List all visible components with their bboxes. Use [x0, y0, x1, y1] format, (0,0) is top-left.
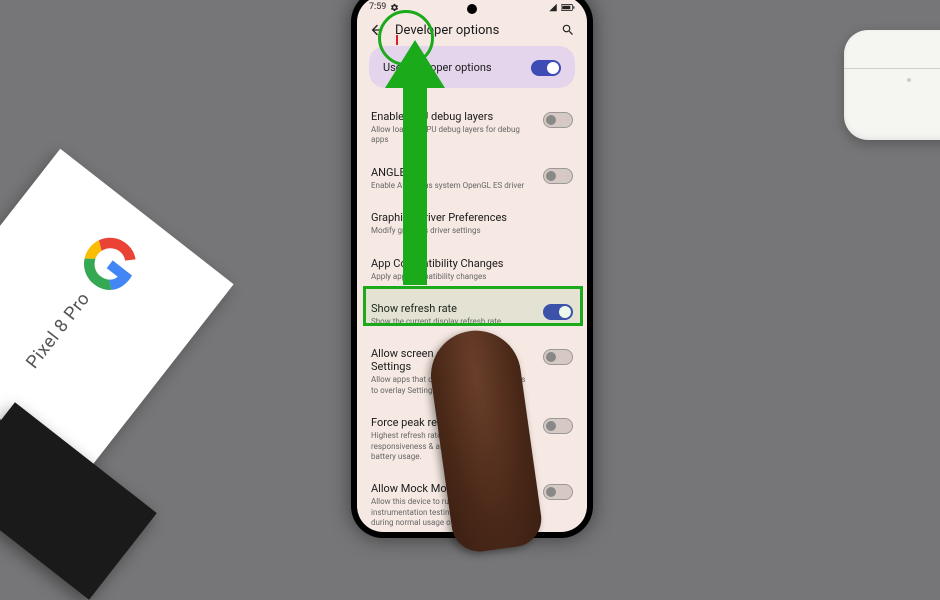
setting-toggle[interactable]	[543, 112, 573, 128]
search-icon[interactable]	[561, 23, 575, 37]
settings-status-icon	[390, 3, 399, 12]
use-developer-options-toggle[interactable]	[531, 60, 561, 76]
annotation-red-marker	[396, 35, 398, 45]
airpods-case	[844, 30, 940, 140]
setting-row[interactable]: App Compatibility Changes Apply app compa…	[369, 247, 575, 292]
camera-hole	[467, 4, 477, 14]
setting-subtitle: Modify graphics driver settings	[371, 226, 573, 236]
setting-text: App Compatibility Changes Apply app compa…	[371, 257, 573, 282]
page-title: Developer options	[395, 23, 551, 38]
setting-subtitle: Enable ANGLE as system OpenGL ES driver	[371, 181, 533, 191]
setting-subtitle: Apply app compatibility changes	[371, 272, 573, 282]
setting-text: Show refresh rate Show the current displa…	[371, 302, 533, 327]
setting-text: Graphics Driver Preferences Modify graphi…	[371, 211, 573, 236]
battery-icon	[561, 3, 575, 12]
setting-text: Enable GPU debug layers Allow loading GPU…	[371, 110, 533, 146]
setting-title: App Compatibility Changes	[371, 257, 573, 270]
app-header: Developer options	[357, 18, 587, 46]
setting-title: Use developer options	[383, 61, 492, 74]
status-time: 7:59	[369, 2, 386, 12]
setting-row[interactable]: ANGLE Enable ANGLE as system OpenGL ES dr…	[369, 156, 575, 201]
setting-toggle[interactable]	[543, 349, 573, 365]
setting-row[interactable]: Graphics Driver Preferences Modify graphi…	[369, 201, 575, 246]
setting-subtitle: Show the current display refresh rate	[371, 317, 533, 327]
setting-toggle[interactable]	[543, 168, 573, 184]
setting-toggle[interactable]	[543, 418, 573, 434]
setting-text: ANGLE Enable ANGLE as system OpenGL ES dr…	[371, 166, 533, 191]
setting-toggle[interactable]	[543, 304, 573, 320]
use-developer-options-card[interactable]: Use developer options	[369, 46, 575, 88]
setting-title: Enable GPU debug layers	[371, 110, 533, 123]
product-box-label: Pixel 8 Pro	[22, 288, 94, 372]
setting-title: Show refresh rate	[371, 302, 533, 315]
setting-subtitle: Allow loading GPU debug layers for debug…	[371, 125, 533, 146]
google-logo-icon	[74, 227, 147, 300]
back-arrow-icon[interactable]	[369, 22, 385, 38]
setting-title: ANGLE	[371, 166, 533, 179]
signal-icon	[548, 3, 558, 12]
setting-toggle[interactable]	[543, 484, 573, 500]
setting-title: Graphics Driver Preferences	[371, 211, 573, 224]
setting-row[interactable]: Enable GPU debug layers Allow loading GPU…	[369, 100, 575, 156]
